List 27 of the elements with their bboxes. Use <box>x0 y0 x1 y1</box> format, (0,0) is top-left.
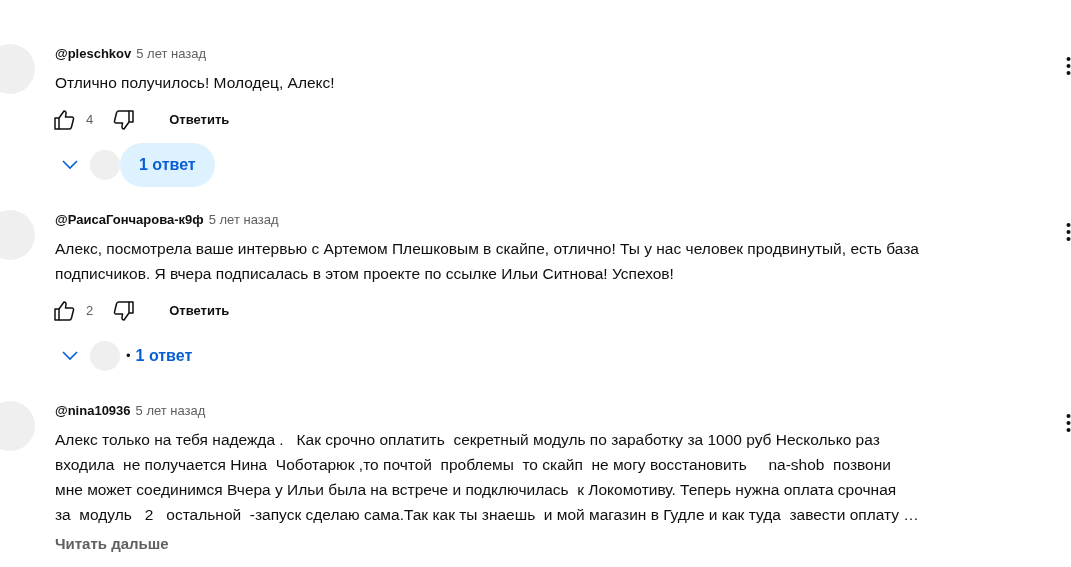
dislike-icon[interactable] <box>112 108 137 132</box>
read-more-link[interactable]: Читать дальше <box>55 532 169 557</box>
avatar <box>90 150 120 180</box>
chevron-down-icon[interactable] <box>62 351 78 361</box>
comment-time[interactable]: 5 лет назад <box>136 44 207 64</box>
chevron-down-icon[interactable] <box>62 160 78 170</box>
replies-button[interactable]: 1 ответ <box>135 334 193 378</box>
reply-button[interactable]: Ответить <box>158 102 241 138</box>
comment-text: Алекс, посмотрела ваше интервью с Артемом Плешковым в скайпе, отлично! Ты у нас человек продвинутый, есть база подписчиков. Я вчера подписалась в этом проекте по ссылке Ильи Ситнова! Успехов! <box>55 239 919 284</box>
author-name[interactable]: @РаисаГончарова-к9ф <box>55 210 204 230</box>
more-options-icon[interactable] <box>1066 413 1071 433</box>
more-options-icon[interactable] <box>1066 56 1071 76</box>
comment-text: Отлично получилось! Молодец, Алекс! <box>55 73 335 93</box>
like-count: 2 <box>86 302 94 321</box>
dislike-icon[interactable] <box>112 299 137 323</box>
like-icon[interactable] <box>52 299 76 323</box>
reply-button[interactable]: Ответить <box>158 293 241 329</box>
comment-text: Алекс только на тебя надежда . Как срочно оплатить секретный модуль по заработку за 1000 руб Несколько раз входила не получается Нина Чоботарюк ,то почтой проблемы то скайп не могу восстановить na-shob позвони мне может соединимся Вчера у Ильи была на встрече и подключилась к Локомотиву. Теперь нужна оплата срочная за модуль 2 остальной -запуск сделаю сама.Так как ты знаешь и мой магазин в Гудле и как туда завести оплату … <box>55 430 919 525</box>
comment-time[interactable]: 5 лет назад <box>135 401 206 421</box>
replies-button[interactable]: 1 ответ <box>120 143 215 187</box>
author-name[interactable]: @pleschkov <box>55 44 132 64</box>
author-name[interactable]: @nina10936 <box>55 401 131 421</box>
like-icon[interactable] <box>52 108 76 132</box>
bullet: • <box>126 347 131 366</box>
comment-time[interactable]: 5 лет назад <box>208 210 279 230</box>
more-options-icon[interactable] <box>1066 222 1071 242</box>
like-count: 4 <box>86 111 94 130</box>
